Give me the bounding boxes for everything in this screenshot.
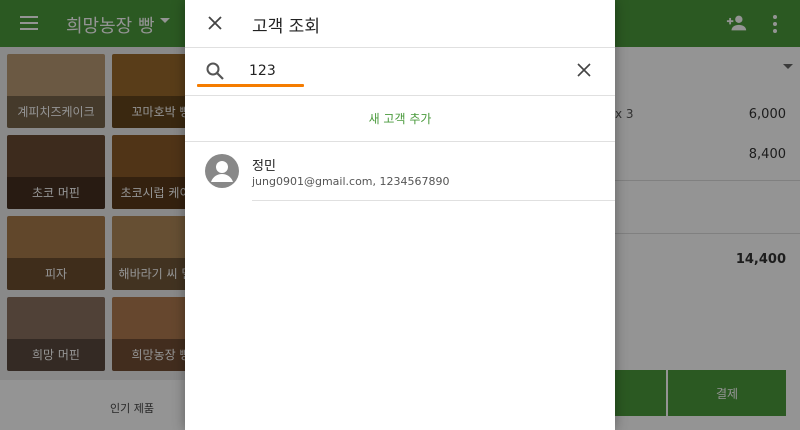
customer-name: 정민 [252,159,276,174]
avatar-icon [205,154,239,188]
add-new-customer-button[interactable]: 새 고객 추가 [185,96,615,141]
dialog-title: 고객 조회 [252,17,320,37]
divider [185,47,615,48]
clear-icon[interactable] [577,63,591,77]
search-focus-underline [197,84,304,87]
customer-result-item[interactable]: 정민 jung0901@gmail.com, 1234567890 [185,142,615,202]
customer-contact: jung0901@gmail.com, 1234567890 [252,175,450,188]
search-icon [206,62,224,80]
divider [252,200,615,201]
customer-search-input[interactable] [249,60,569,82]
customer-lookup-dialog: 고객 조회 새 고객 추가 정민 jung0901@gmail.com, 123… [185,0,615,430]
close-icon[interactable] [207,15,223,31]
